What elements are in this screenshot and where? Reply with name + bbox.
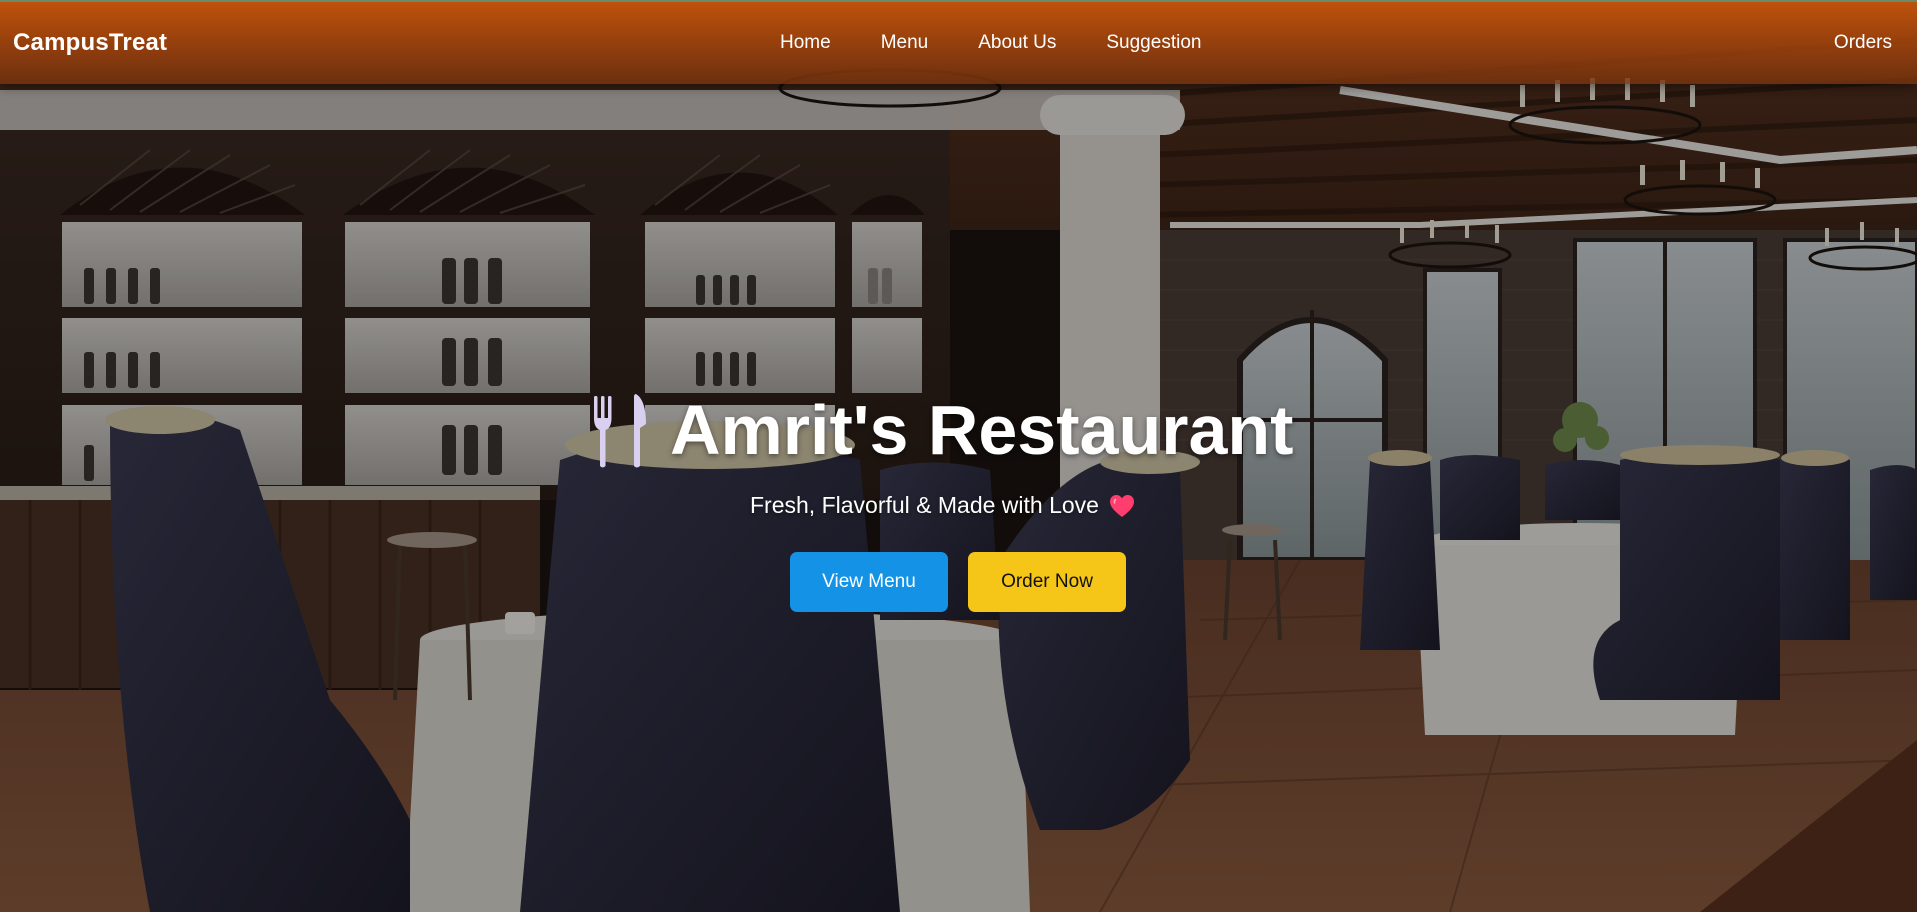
- nav-link-about-us[interactable]: About Us: [978, 32, 1056, 54]
- hero-section: Amrit's Restaurant Fresh, Flavorful & Ma…: [0, 0, 1917, 912]
- nav-link-menu[interactable]: Menu: [881, 32, 929, 54]
- heart-icon: [1109, 494, 1135, 518]
- nav-link-home[interactable]: Home: [780, 32, 831, 54]
- page: CampusTreat Home Menu About Us Suggestio…: [0, 0, 1917, 912]
- hero-title-row: Amrit's Restaurant: [590, 390, 1293, 470]
- utensils-icon: [590, 390, 652, 470]
- view-menu-button[interactable]: View Menu: [790, 552, 948, 612]
- hero-title: Amrit's Restaurant: [670, 391, 1294, 469]
- nav-links: Home Menu About Us Suggestion: [780, 32, 1201, 54]
- hero-tagline: Fresh, Flavorful & Made with Love: [750, 492, 1135, 519]
- nav-link-orders[interactable]: Orders: [1834, 32, 1892, 54]
- hero-tagline-text: Fresh, Flavorful & Made with Love: [750, 492, 1099, 518]
- nav-link-suggestion[interactable]: Suggestion: [1106, 32, 1201, 54]
- order-now-button[interactable]: Order Now: [968, 552, 1126, 612]
- brand-logo[interactable]: CampusTreat: [13, 29, 167, 57]
- navbar: CampusTreat Home Menu About Us Suggestio…: [0, 0, 1917, 84]
